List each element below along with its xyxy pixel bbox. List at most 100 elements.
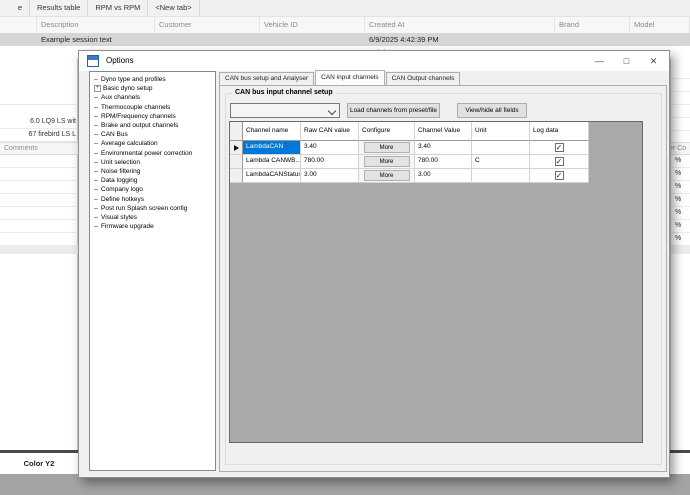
chevron-down-icon — [328, 107, 336, 115]
row-selector-cell[interactable] — [230, 169, 243, 183]
cell-created_at: 6/9/2025 4:42:39 PM — [365, 33, 555, 46]
dialog-titlebar[interactable]: Options — □ ✕ — [79, 51, 669, 71]
cell-raw-can-value[interactable]: 3.40 — [301, 141, 359, 155]
bg-tab-e[interactable]: e — [0, 0, 30, 17]
log-data-checkbox[interactable]: ✓ — [555, 171, 564, 180]
tree-item-label: Post run Splash screen config — [101, 205, 187, 212]
tree-item-dyno-type-and-profiles[interactable]: Dyno type and profiles — [90, 75, 215, 84]
cell-channel-value[interactable]: 3.40 — [415, 141, 472, 155]
bottom-tab-row: Color Y2 — [0, 453, 78, 474]
grid-header-row: Channel nameRaw CAN valueConfigureChanne… — [230, 122, 589, 141]
percent-cell-row: % — [671, 155, 690, 168]
bottom-tab-row-right — [670, 453, 690, 474]
cell-unit[interactable]: C — [472, 155, 530, 169]
comments-empty-row — [0, 181, 78, 194]
tree-item-thermocouple-channels[interactable]: Thermocouple channels — [90, 103, 215, 112]
view-hide-all-fields-button[interactable]: View/hide all fields — [457, 103, 527, 118]
tree-item-company-logo[interactable]: Company logo — [90, 185, 215, 194]
cell-channel-value[interactable]: 3.00 — [415, 169, 472, 183]
tree-item-data-logging[interactable]: Data logging — [90, 176, 215, 185]
more-button[interactable]: More — [364, 156, 410, 167]
log-data-checkbox[interactable]: ✓ — [555, 157, 564, 166]
column-header-vehicle-id[interactable]: Vehicle ID — [260, 17, 365, 33]
grid-column-header-channel-value[interactable]: Channel Value — [415, 122, 472, 141]
cell-raw-can-value[interactable]: 3.00 — [301, 169, 359, 183]
can-channels-grid: Channel nameRaw CAN valueConfigureChanne… — [229, 121, 643, 443]
tree-item-label: Thermocouple channels — [101, 104, 170, 111]
tree-item-basic-dyno-setup[interactable]: +Basic dyno setup — [90, 84, 215, 93]
tree-item-label: RPM/Frequency channels — [101, 113, 176, 120]
cell-unit[interactable] — [472, 141, 530, 155]
load-channels-from-preset-file-button[interactable]: Load channels from preset/file — [347, 103, 440, 118]
tree-branch-icon — [94, 143, 98, 144]
tree-item-average-calculation[interactable]: Average calculation — [90, 139, 215, 148]
options-dialog: Options — □ ✕ Dyno type and profiles+Bas… — [78, 50, 670, 478]
bg-tab-results-table[interactable]: Results table — [30, 0, 88, 17]
maximize-icon[interactable]: □ — [613, 51, 640, 71]
tree-item-can-bus[interactable]: CAN Bus — [90, 130, 215, 139]
expand-plus-icon[interactable]: + — [94, 85, 101, 92]
column-header-model[interactable]: Model — [630, 17, 690, 33]
tree-item-post-run-splash-screen-config[interactable]: Post run Splash screen config — [90, 204, 215, 213]
left-sessions-panel: 6.0 LQ9 LS wit67 firebird LS L Comments — [0, 59, 78, 450]
column-header-customer[interactable]: Customer — [155, 17, 260, 33]
tree-item-label: Unit selection — [101, 159, 140, 166]
panel-band — [671, 246, 690, 254]
cell-unit[interactable] — [472, 169, 530, 183]
tree-item-define-hotkeys[interactable]: Define hotkeys — [90, 194, 215, 203]
row-selector-cell[interactable] — [230, 141, 243, 155]
tree-branch-icon — [94, 208, 98, 209]
tab-color-y2[interactable]: Color Y2 — [0, 453, 78, 474]
left-session-row[interactable]: 67 firebird LS L — [0, 129, 76, 142]
column-header-brand[interactable]: Brand — [555, 17, 630, 33]
close-icon[interactable]: ✕ — [640, 51, 667, 71]
cell-channel-name[interactable]: LambdaCANStatus — [243, 169, 301, 183]
cell-channel-name[interactable]: LambdaCAN — [243, 141, 301, 155]
tree-item-noise-filtering[interactable]: Noise filtering — [90, 167, 215, 176]
percent-cell-row: % — [671, 233, 690, 246]
grid-column-header-unit[interactable]: Unit — [472, 122, 530, 141]
grid-column-header-raw-can-value[interactable]: Raw CAN value — [301, 122, 359, 141]
column-header-gutter[interactable] — [0, 17, 37, 33]
cell-channel-name[interactable]: Lambda CANWB... — [243, 155, 301, 169]
tree-item-aux-channels[interactable]: Aux channels — [90, 93, 215, 102]
row-selector-cell[interactable] — [230, 155, 243, 169]
more-button[interactable]: More — [364, 142, 410, 153]
minimize-icon[interactable]: — — [586, 51, 613, 71]
tree-item-label: Company logo — [101, 186, 143, 193]
tree-branch-icon — [94, 189, 98, 190]
tree-item-firmware-upgrade[interactable]: Firmware upgrade — [90, 222, 215, 231]
tree-item-label: Data logging — [101, 177, 138, 184]
grid-column-header-configure[interactable]: Configure — [359, 122, 415, 141]
can-input-channels-tabpage: CAN bus input channel setup Load channel… — [219, 85, 667, 472]
tab-can-input-channels[interactable]: CAN input channels — [315, 70, 384, 85]
tree-item-brake-and-output-channels[interactable]: Brake and output channels — [90, 121, 215, 130]
cell-model — [630, 33, 690, 46]
tree-item-unit-selection[interactable]: Unit selection — [90, 158, 215, 167]
table-row[interactable]: Example session text6/9/2025 4:42:39 PM — [0, 33, 690, 46]
left-session-row[interactable]: 6.0 LQ9 LS wit — [0, 116, 76, 129]
grid-column-header-channel-name[interactable]: Channel name — [243, 122, 301, 141]
cell-channel-value[interactable]: 780.00 — [415, 155, 472, 169]
more-button[interactable]: More — [364, 170, 410, 181]
log-data-checkbox[interactable]: ✓ — [555, 143, 564, 152]
bg-tab--new-tab-[interactable]: <New tab> — [148, 0, 199, 17]
tab-can-output-channels[interactable]: CAN Output channels — [386, 72, 461, 85]
tree-item-label: Basic dyno setup — [103, 85, 153, 92]
tree-item-environmental-power-correction[interactable]: Environmental power correction — [90, 149, 215, 158]
bg-tab-rpm-vs-rpm[interactable]: RPM vs RPM — [88, 0, 148, 17]
power-correction-column-header: wer Co — [671, 142, 690, 155]
tree-branch-icon — [94, 180, 98, 181]
column-header-description[interactable]: Description — [37, 17, 155, 33]
tree-item-label: Environmental power correction — [101, 150, 192, 157]
column-header-created-at[interactable]: Created At — [365, 17, 555, 33]
grid-column-header-log-data[interactable]: Log data — [530, 122, 589, 141]
tree-item-visual-styles[interactable]: Visual styles — [90, 213, 215, 222]
tree-item-rpm-frequency-channels[interactable]: RPM/Frequency channels — [90, 112, 215, 121]
tree-branch-icon — [94, 79, 98, 80]
tree-branch-icon — [94, 97, 98, 98]
tab-can-bus-setup-and-analyser[interactable]: CAN bus setup and Analyser — [219, 72, 314, 85]
cell-configure: More — [359, 169, 415, 183]
cell-raw-can-value[interactable]: 780.00 — [301, 155, 359, 169]
preset-combobox[interactable] — [230, 103, 340, 118]
